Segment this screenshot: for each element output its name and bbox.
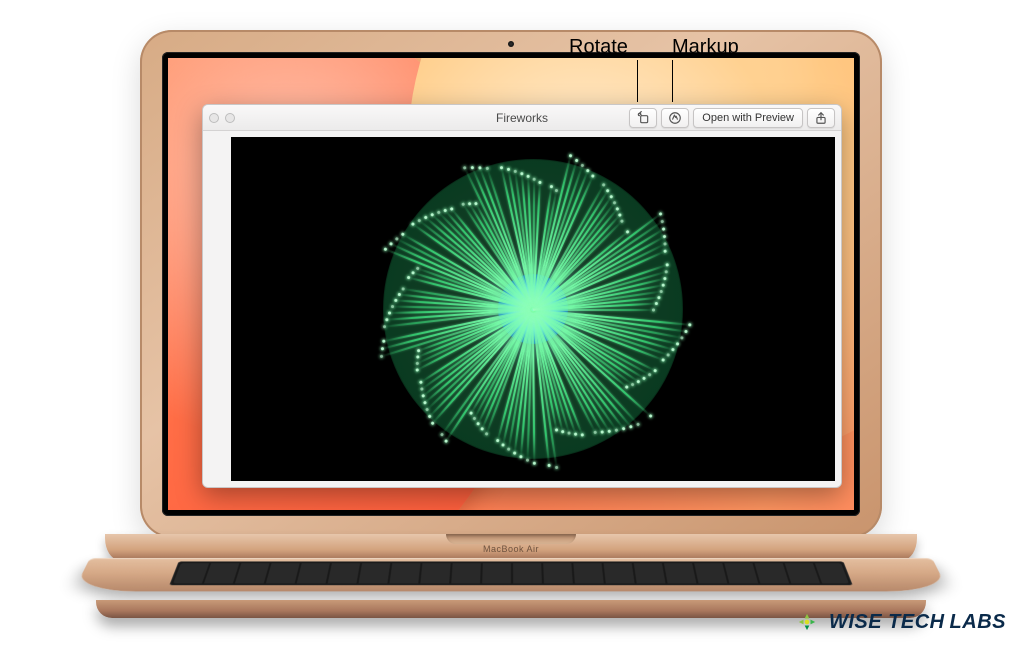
watermark-brand: WISE TECH LABS	[793, 608, 1006, 636]
laptop-hinge: MacBook Air	[105, 534, 917, 560]
markup-button[interactable]	[661, 108, 689, 128]
brand-text-2: LABS	[950, 611, 1006, 633]
quicklook-content	[203, 131, 841, 487]
fireworks-graphic	[383, 159, 683, 459]
quicklook-titlebar[interactable]: Fireworks	[203, 105, 841, 131]
brand-text-1: WISE TECH	[829, 611, 945, 633]
device-model-label: MacBook Air	[105, 544, 917, 554]
close-window-button[interactable]	[209, 113, 219, 123]
keyboard-deck	[73, 558, 948, 591]
quicklook-window: Fireworks	[202, 104, 842, 488]
window-controls	[209, 113, 235, 123]
markup-pen-icon	[668, 111, 682, 125]
share-icon	[814, 111, 828, 125]
quicklook-toolbar: Open with Preview	[629, 108, 835, 128]
share-button[interactable]	[807, 108, 835, 128]
minimize-window-button[interactable]	[225, 113, 235, 123]
desktop-wallpaper: Fireworks	[168, 58, 854, 510]
preview-image	[231, 137, 835, 481]
rotate-left-icon	[636, 111, 650, 125]
keyboard	[169, 561, 852, 585]
screen-bezel: Fireworks	[162, 52, 860, 516]
open-with-preview-button[interactable]: Open with Preview	[693, 108, 803, 128]
rotate-button[interactable]	[629, 108, 657, 128]
brand-logo-icon	[793, 608, 821, 636]
camera-dot	[508, 41, 514, 47]
laptop-frame: Fireworks	[140, 30, 882, 538]
